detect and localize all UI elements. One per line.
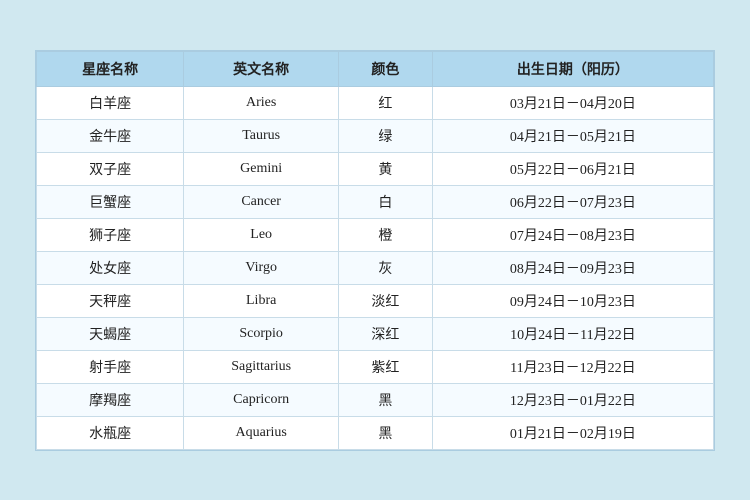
table-header-cell: 出生日期（阳历）	[432, 51, 713, 86]
table-row: 天蝎座Scorpio深红10月24日－11月22日	[37, 317, 714, 350]
table-cell: 摩羯座	[37, 383, 184, 416]
table-row: 处女座Virgo灰08月24日－09月23日	[37, 251, 714, 284]
table-header-cell: 英文名称	[184, 51, 339, 86]
zodiac-table: 星座名称英文名称颜色出生日期（阳历） 白羊座Aries红03月21日－04月20…	[36, 51, 714, 450]
table-row: 摩羯座Capricorn黑12月23日－01月22日	[37, 383, 714, 416]
table-cell: 黑	[339, 383, 433, 416]
table-cell: 黑	[339, 416, 433, 449]
table-cell: 水瓶座	[37, 416, 184, 449]
table-row: 狮子座Leo橙07月24日－08月23日	[37, 218, 714, 251]
table-cell: Virgo	[184, 251, 339, 284]
table-header-cell: 星座名称	[37, 51, 184, 86]
table-cell: 01月21日－02月19日	[432, 416, 713, 449]
table-cell: 巨蟹座	[37, 185, 184, 218]
table-cell: 双子座	[37, 152, 184, 185]
table-cell: 白	[339, 185, 433, 218]
table-cell: Cancer	[184, 185, 339, 218]
table-row: 水瓶座Aquarius黑01月21日－02月19日	[37, 416, 714, 449]
table-row: 金牛座Taurus绿04月21日－05月21日	[37, 119, 714, 152]
table-cell: Aries	[184, 86, 339, 119]
table-cell: 03月21日－04月20日	[432, 86, 713, 119]
table-cell: 08月24日－09月23日	[432, 251, 713, 284]
table-cell: 09月24日－10月23日	[432, 284, 713, 317]
table-cell: Leo	[184, 218, 339, 251]
table-cell: 淡红	[339, 284, 433, 317]
table-cell: Capricorn	[184, 383, 339, 416]
table-cell: 射手座	[37, 350, 184, 383]
table-header-cell: 颜色	[339, 51, 433, 86]
table-row: 射手座Sagittarius紫红11月23日－12月22日	[37, 350, 714, 383]
table-cell: 紫红	[339, 350, 433, 383]
table-cell: 06月22日－07月23日	[432, 185, 713, 218]
table-cell: Taurus	[184, 119, 339, 152]
table-row: 巨蟹座Cancer白06月22日－07月23日	[37, 185, 714, 218]
table-cell: 05月22日－06月21日	[432, 152, 713, 185]
table-cell: 天蝎座	[37, 317, 184, 350]
table-cell: 07月24日－08月23日	[432, 218, 713, 251]
table-cell: Scorpio	[184, 317, 339, 350]
zodiac-table-container: 星座名称英文名称颜色出生日期（阳历） 白羊座Aries红03月21日－04月20…	[35, 50, 715, 451]
table-row: 白羊座Aries红03月21日－04月20日	[37, 86, 714, 119]
table-cell: 黄	[339, 152, 433, 185]
table-cell: 白羊座	[37, 86, 184, 119]
table-cell: 金牛座	[37, 119, 184, 152]
table-cell: 11月23日－12月22日	[432, 350, 713, 383]
table-row: 双子座Gemini黄05月22日－06月21日	[37, 152, 714, 185]
table-cell: Sagittarius	[184, 350, 339, 383]
table-row: 天秤座Libra淡红09月24日－10月23日	[37, 284, 714, 317]
table-cell: 04月21日－05月21日	[432, 119, 713, 152]
table-cell: 10月24日－11月22日	[432, 317, 713, 350]
table-cell: 橙	[339, 218, 433, 251]
table-cell: Aquarius	[184, 416, 339, 449]
table-cell: 处女座	[37, 251, 184, 284]
table-cell: 灰	[339, 251, 433, 284]
table-cell: Libra	[184, 284, 339, 317]
table-cell: 12月23日－01月22日	[432, 383, 713, 416]
table-cell: 红	[339, 86, 433, 119]
table-header-row: 星座名称英文名称颜色出生日期（阳历）	[37, 51, 714, 86]
table-cell: Gemini	[184, 152, 339, 185]
table-cell: 深红	[339, 317, 433, 350]
table-cell: 狮子座	[37, 218, 184, 251]
table-cell: 天秤座	[37, 284, 184, 317]
table-cell: 绿	[339, 119, 433, 152]
